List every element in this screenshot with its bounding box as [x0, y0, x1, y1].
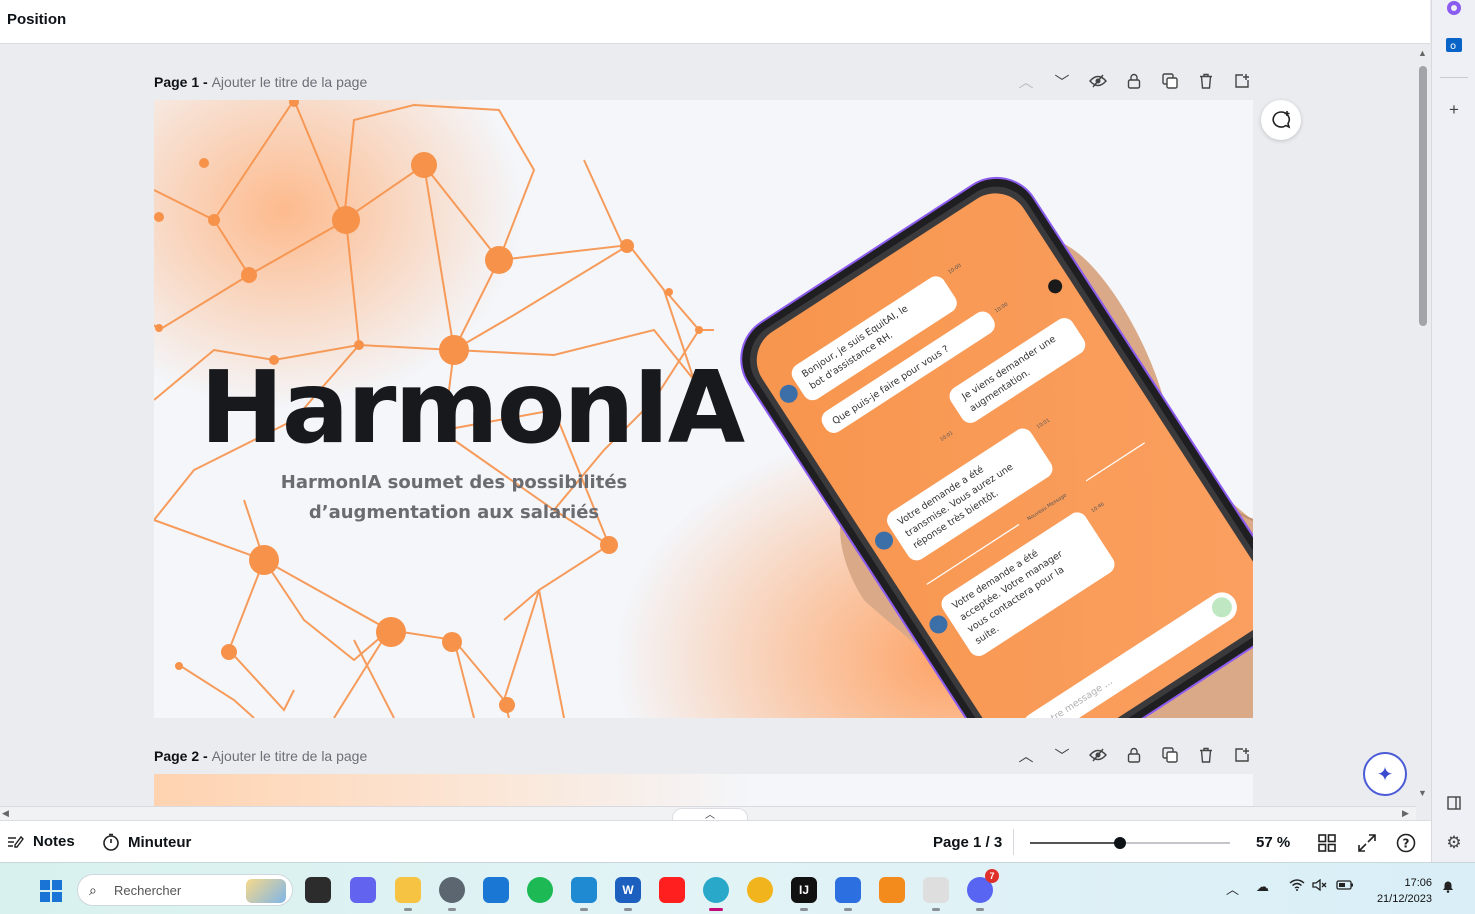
taskbar-search[interactable]: ⌕ Rechercher — [77, 874, 293, 906]
zoom-slider-handle[interactable] — [1114, 837, 1126, 849]
start-button[interactable] — [40, 880, 62, 902]
notes-button[interactable]: Notes — [7, 833, 75, 850]
page-2-header: Page 2 - Ajouter le titre de la page ︿ ﹀ — [154, 743, 1254, 769]
hide-page-icon[interactable] — [1086, 69, 1110, 93]
help-icon[interactable]: ? — [1394, 831, 1418, 855]
delete-page-icon[interactable] — [1194, 743, 1218, 767]
spotify-icon[interactable] — [527, 877, 553, 903]
word-icon[interactable]: W — [615, 877, 641, 911]
svg-text:?: ? — [1403, 837, 1410, 851]
scroll-down-arrow-icon[interactable]: ▼ — [1418, 788, 1427, 798]
magic-assistant-button[interactable]: ✦ — [1363, 752, 1407, 796]
add-page-icon[interactable] — [1230, 743, 1254, 767]
calendar-app-icon[interactable] — [483, 877, 509, 903]
move-page-down-icon[interactable]: ﹀ — [1050, 743, 1074, 767]
add-page-icon[interactable] — [1230, 69, 1254, 93]
vscode-icon[interactable] — [571, 877, 597, 911]
zoom-slider-fill — [1030, 842, 1120, 844]
timer-button[interactable]: Minuteur — [102, 833, 191, 851]
settings-app-icon[interactable] — [439, 877, 465, 911]
sidebar-toggle-icon[interactable] — [1442, 791, 1466, 815]
battery-icon[interactable] — [1336, 879, 1354, 894]
fullscreen-icon[interactable] — [1355, 831, 1379, 855]
slide-2-preview[interactable] — [154, 774, 1253, 806]
comment-add-icon — [1272, 111, 1291, 129]
slide-tagline[interactable]: HarmonIA soumet des possibilités d’augme… — [254, 468, 654, 528]
jetbrains-icon[interactable]: IJ — [791, 877, 817, 911]
sparkle-icon: ✦ — [1376, 763, 1394, 786]
discord-icon[interactable]: 7 — [967, 869, 999, 911]
editor-canvas: Page 1 - Ajouter le titre de la page ︿ ﹀ — [0, 44, 1416, 806]
scroll-up-arrow-icon[interactable]: ▲ — [1418, 48, 1427, 58]
move-page-up-icon[interactable]: ︿ — [1014, 69, 1038, 93]
teams-icon[interactable] — [350, 877, 376, 903]
top-bar: Position — [0, 0, 1430, 44]
vertical-scrollbar[interactable]: ▲ ▼ — [1416, 44, 1430, 806]
add-icon[interactable]: + — [1442, 98, 1466, 122]
file-explorer-icon[interactable] — [395, 877, 421, 911]
volume-muted-icon[interactable] — [1312, 878, 1328, 894]
copilot-icon[interactable] — [1442, 0, 1466, 20]
timer-icon — [103, 833, 119, 851]
slide-1[interactable]: Bonjour, je suis EquitAI, le bot d'assis… — [154, 100, 1253, 718]
windows-taskbar: ⌕ Rechercher W IJ 7 ︿ ☁ 17:06 21/12/2023 — [0, 862, 1475, 914]
hide-page-icon[interactable] — [1086, 743, 1110, 767]
edge-sidebar: o + ⚙ — [1431, 0, 1475, 862]
move-page-up-icon[interactable]: ︿ — [1014, 743, 1038, 767]
duplicate-page-icon[interactable] — [1158, 69, 1182, 93]
scroll-right-arrow-icon[interactable]: ▶ — [1402, 808, 1409, 819]
chrome-icon[interactable] — [747, 877, 773, 903]
vertical-scroll-thumb[interactable] — [1419, 66, 1427, 326]
lock-page-icon[interactable] — [1122, 69, 1146, 93]
notepad-icon[interactable] — [835, 877, 861, 911]
delete-page-icon[interactable] — [1194, 69, 1218, 93]
search-highlight-image — [246, 879, 286, 903]
page-2-tools: ︿ ﹀ — [1014, 743, 1254, 767]
scroll-left-arrow-icon[interactable]: ◀ — [2, 808, 9, 819]
notifications-icon[interactable] — [1441, 879, 1455, 896]
move-page-down-icon[interactable]: ﹀ — [1050, 69, 1074, 93]
bottom-bar: Notes Minuteur Page 1 / 3 57 % ? — [0, 820, 1431, 862]
duplicate-page-icon[interactable] — [1158, 743, 1182, 767]
java-icon[interactable] — [923, 877, 949, 911]
svg-text:o: o — [1450, 41, 1456, 52]
browser-app-icon[interactable] — [879, 877, 905, 903]
onedrive-icon[interactable]: ☁ — [1256, 879, 1269, 895]
page-2-title[interactable]: Page 2 - Ajouter le titre de la page — [154, 748, 367, 764]
task-view-icon[interactable] — [305, 877, 331, 903]
settings-gear-icon[interactable]: ⚙ — [1442, 831, 1466, 855]
page-1-tools: ︿ ﹀ — [1014, 69, 1254, 93]
youtube-icon[interactable] — [659, 877, 685, 903]
lock-page-icon[interactable] — [1122, 743, 1146, 767]
search-icon: ⌕ — [89, 882, 97, 898]
zoom-value[interactable]: 57 % — [1256, 834, 1290, 851]
outlook-icon[interactable]: o — [1442, 33, 1466, 57]
page-indicator[interactable]: Page 1 / 3 — [933, 834, 1002, 851]
zoom-slider[interactable] — [1030, 837, 1230, 849]
taskbar-clock[interactable]: 17:06 21/12/2023 — [1362, 875, 1432, 907]
tray-overflow-icon[interactable]: ︿ — [1226, 879, 1239, 898]
wifi-icon[interactable] — [1289, 879, 1305, 894]
add-comment-button[interactable] — [1261, 100, 1301, 140]
slide-brand-title[interactable]: HarmonIA — [200, 358, 745, 458]
page-1-header: Page 1 - Ajouter le titre de la page ︿ ﹀ — [154, 69, 1254, 95]
discord-notification-badge: 7 — [985, 869, 999, 883]
page-1-title[interactable]: Page 1 - Ajouter le titre de la page — [154, 74, 367, 90]
panel-title: Position — [7, 11, 67, 28]
notes-icon — [8, 835, 24, 848]
grid-view-icon[interactable] — [1315, 831, 1339, 855]
edge-icon[interactable] — [703, 877, 729, 911]
